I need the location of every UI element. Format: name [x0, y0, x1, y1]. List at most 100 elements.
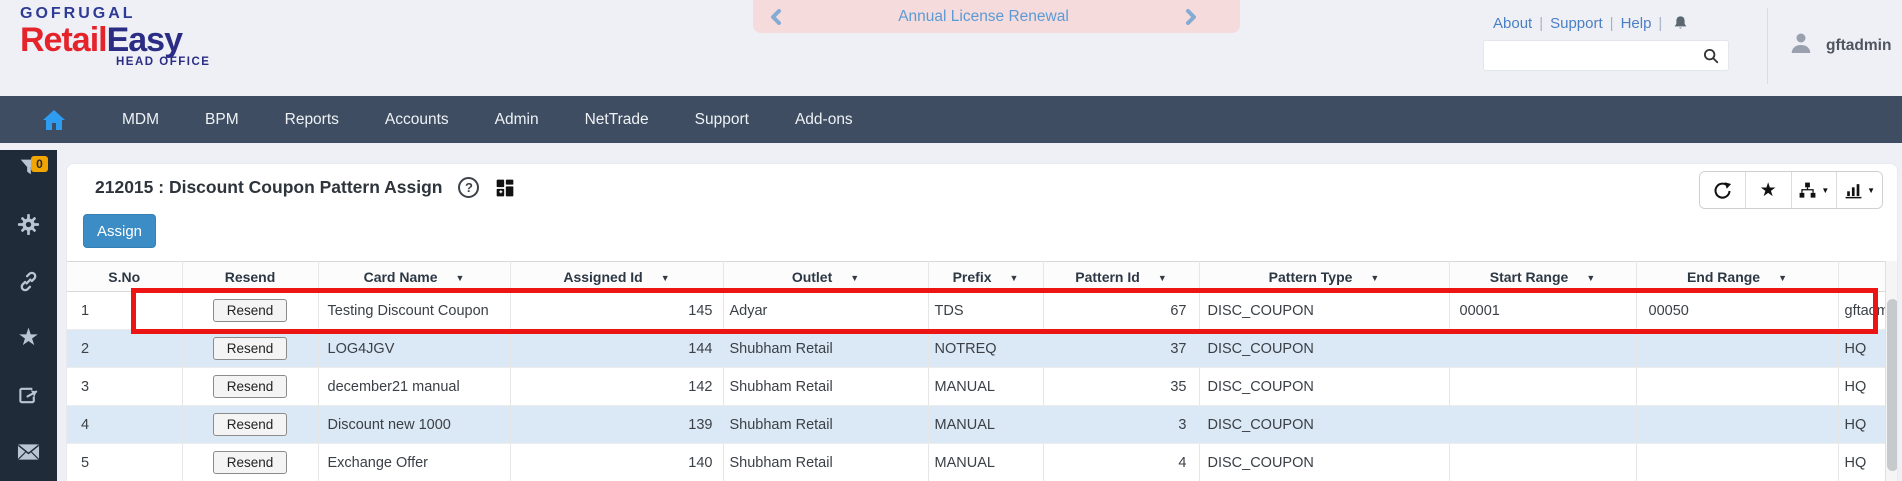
sort-arrow-icon[interactable]: ▼: [661, 273, 670, 283]
resend-button[interactable]: Resend: [212, 413, 288, 436]
cell-start-range: [1449, 329, 1637, 368]
view-toolbar: ★ ▼ ▼: [1699, 171, 1883, 209]
column-header-pattern-type[interactable]: Pattern Type ▼: [1199, 261, 1450, 292]
resend-button[interactable]: Resend: [212, 299, 288, 322]
help-link[interactable]: Help: [1621, 15, 1652, 32]
chevron-left-icon[interactable]: [767, 8, 785, 26]
sort-arrow-icon[interactable]: ▼: [1778, 273, 1787, 283]
column-header-outlet[interactable]: Outlet ▼: [723, 261, 929, 292]
search-icon[interactable]: [1702, 47, 1728, 65]
cell-assigned-id: 145: [510, 291, 724, 330]
cell-resend: Resend: [182, 367, 319, 406]
column-header-start-range[interactable]: Start Range ▼: [1449, 261, 1637, 292]
cell-pattern-type: DISC_COUPON: [1199, 443, 1450, 481]
about-link[interactable]: About: [1493, 15, 1532, 32]
product-name-part1: Retail: [20, 21, 108, 59]
product-name: RetailEasy: [20, 23, 210, 58]
column-header-prefix[interactable]: Prefix ▼: [928, 261, 1044, 292]
scrollbar-thumb[interactable]: [1887, 299, 1897, 471]
sort-arrow-icon[interactable]: ▼: [1586, 273, 1595, 283]
nav-item-admin[interactable]: Admin: [472, 111, 562, 129]
cell-outlet: Shubham Retail: [723, 405, 929, 444]
column-header-card-name[interactable]: Card Name ▼: [318, 261, 511, 292]
refresh-button[interactable]: [1700, 172, 1746, 208]
cell-resend: Resend: [182, 405, 319, 444]
help-icon[interactable]: ?: [458, 177, 480, 198]
vertical-scrollbar[interactable]: [1885, 261, 1897, 481]
cell-pattern-type: DISC_COUPON: [1199, 405, 1450, 444]
refresh-icon: [1714, 181, 1731, 199]
nav-item-nettrade[interactable]: NetTrade: [562, 111, 672, 129]
banner-label[interactable]: Annual License Renewal: [785, 8, 1182, 26]
settings-gear-icon[interactable]: [0, 211, 57, 237]
cell-end-range: [1636, 367, 1839, 406]
mail-icon[interactable]: [0, 439, 57, 465]
shortcut-grid-icon[interactable]: [495, 178, 515, 198]
sort-arrow-icon[interactable]: ▼: [1158, 273, 1167, 283]
cell-assigned-id: 144: [510, 329, 724, 368]
table-row: 5 Resend Exchange Offer 140 Shubham Retail MA…: [67, 443, 1886, 481]
column-header-blank: [1838, 261, 1886, 292]
cell-prefix: MANUAL: [928, 443, 1044, 481]
top-links: About | Support | Help |: [1493, 14, 1690, 33]
cell-assigned-by: HQ: [1838, 367, 1886, 406]
link-separator: |: [1609, 15, 1614, 32]
cell-end-range: [1636, 443, 1839, 481]
sort-arrow-icon[interactable]: ▼: [456, 273, 465, 283]
sort-arrow-icon[interactable]: ▼: [850, 273, 859, 283]
chart-view-button[interactable]: ▼: [1837, 172, 1882, 208]
filter-icon[interactable]: 0: [0, 154, 57, 180]
chevron-right-icon[interactable]: [1182, 8, 1200, 26]
cell-prefix: MANUAL: [928, 405, 1044, 444]
cell-pattern-type: DISC_COUPON: [1199, 329, 1450, 368]
cell-card-name: Testing Discount Coupon: [318, 291, 511, 330]
nav-item-reports[interactable]: Reports: [262, 111, 362, 129]
nav-item-accounts[interactable]: Accounts: [362, 111, 472, 129]
sort-arrow-icon[interactable]: ▼: [1370, 273, 1379, 283]
link-icon[interactable]: [0, 268, 57, 294]
nav-item-add-ons[interactable]: Add-ons: [772, 111, 876, 129]
cell-end-range: 00050: [1636, 291, 1839, 330]
assign-button[interactable]: Assign: [83, 214, 156, 248]
cell-outlet: Adyar: [723, 291, 929, 330]
search-box: [1483, 40, 1729, 71]
cell-assigned-by: HQ: [1838, 329, 1886, 368]
favorite-button[interactable]: ★: [1745, 172, 1792, 208]
favorites-star-icon[interactable]: ★: [0, 325, 57, 351]
hierarchy-view-button[interactable]: ▼: [1791, 172, 1838, 208]
table-row: 2 Resend LOG4JGV 144 Shubham Retail NOTREQ 37 D…: [67, 329, 1886, 368]
search-input[interactable]: [1484, 41, 1702, 70]
user-menu[interactable]: gftadmin: [1786, 28, 1891, 63]
cell-resend: Resend: [182, 329, 319, 368]
product-name-part2: Easy: [106, 21, 183, 59]
content-panel: 212015 : Discount Coupon Pattern Assign …: [66, 163, 1898, 481]
column-header-pattern-id[interactable]: Pattern Id ▼: [1043, 261, 1200, 292]
nav-items: MDM BPM Reports Accounts Admin NetTrade Suppor…: [99, 111, 876, 129]
cell-pattern-id: 37: [1043, 329, 1200, 368]
header-divider: [1767, 8, 1768, 84]
resend-button[interactable]: Resend: [212, 451, 288, 474]
nav-item-support[interactable]: Support: [672, 111, 772, 129]
column-header-assigned-id[interactable]: Assigned Id ▼: [510, 261, 724, 292]
retaileasy-app: GOFRUGAL RetailEasy HEAD OFFICE Annual L…: [0, 0, 1902, 481]
nav-item-mdm[interactable]: MDM: [99, 111, 182, 129]
home-icon[interactable]: [42, 109, 66, 131]
cell-resend: Resend: [182, 291, 319, 330]
resend-button[interactable]: Resend: [212, 337, 288, 360]
cell-assigned-by: gftadmin: [1838, 291, 1886, 330]
column-header-end-range[interactable]: End Range ▼: [1636, 261, 1839, 292]
dropdown-arrow-icon: ▼: [1821, 185, 1830, 195]
cell-sno: 3: [67, 367, 183, 406]
table-body: 1 Resend Testing Discount Coupon 145 Adyar TD…: [67, 291, 1886, 481]
cell-pattern-id: 67: [1043, 291, 1200, 330]
nav-item-bpm[interactable]: BPM: [182, 111, 262, 129]
sort-arrow-icon[interactable]: ▼: [1010, 273, 1019, 283]
resend-button[interactable]: Resend: [212, 375, 288, 398]
share-icon[interactable]: [0, 382, 57, 408]
notification-bell-icon[interactable]: [1671, 14, 1690, 33]
cell-pattern-id: 4: [1043, 443, 1200, 481]
user-avatar-icon: [1786, 28, 1816, 63]
support-link[interactable]: Support: [1550, 15, 1603, 32]
table-row: 1 Resend Testing Discount Coupon 145 Adyar TD…: [67, 291, 1886, 330]
cell-prefix: TDS: [928, 291, 1044, 330]
